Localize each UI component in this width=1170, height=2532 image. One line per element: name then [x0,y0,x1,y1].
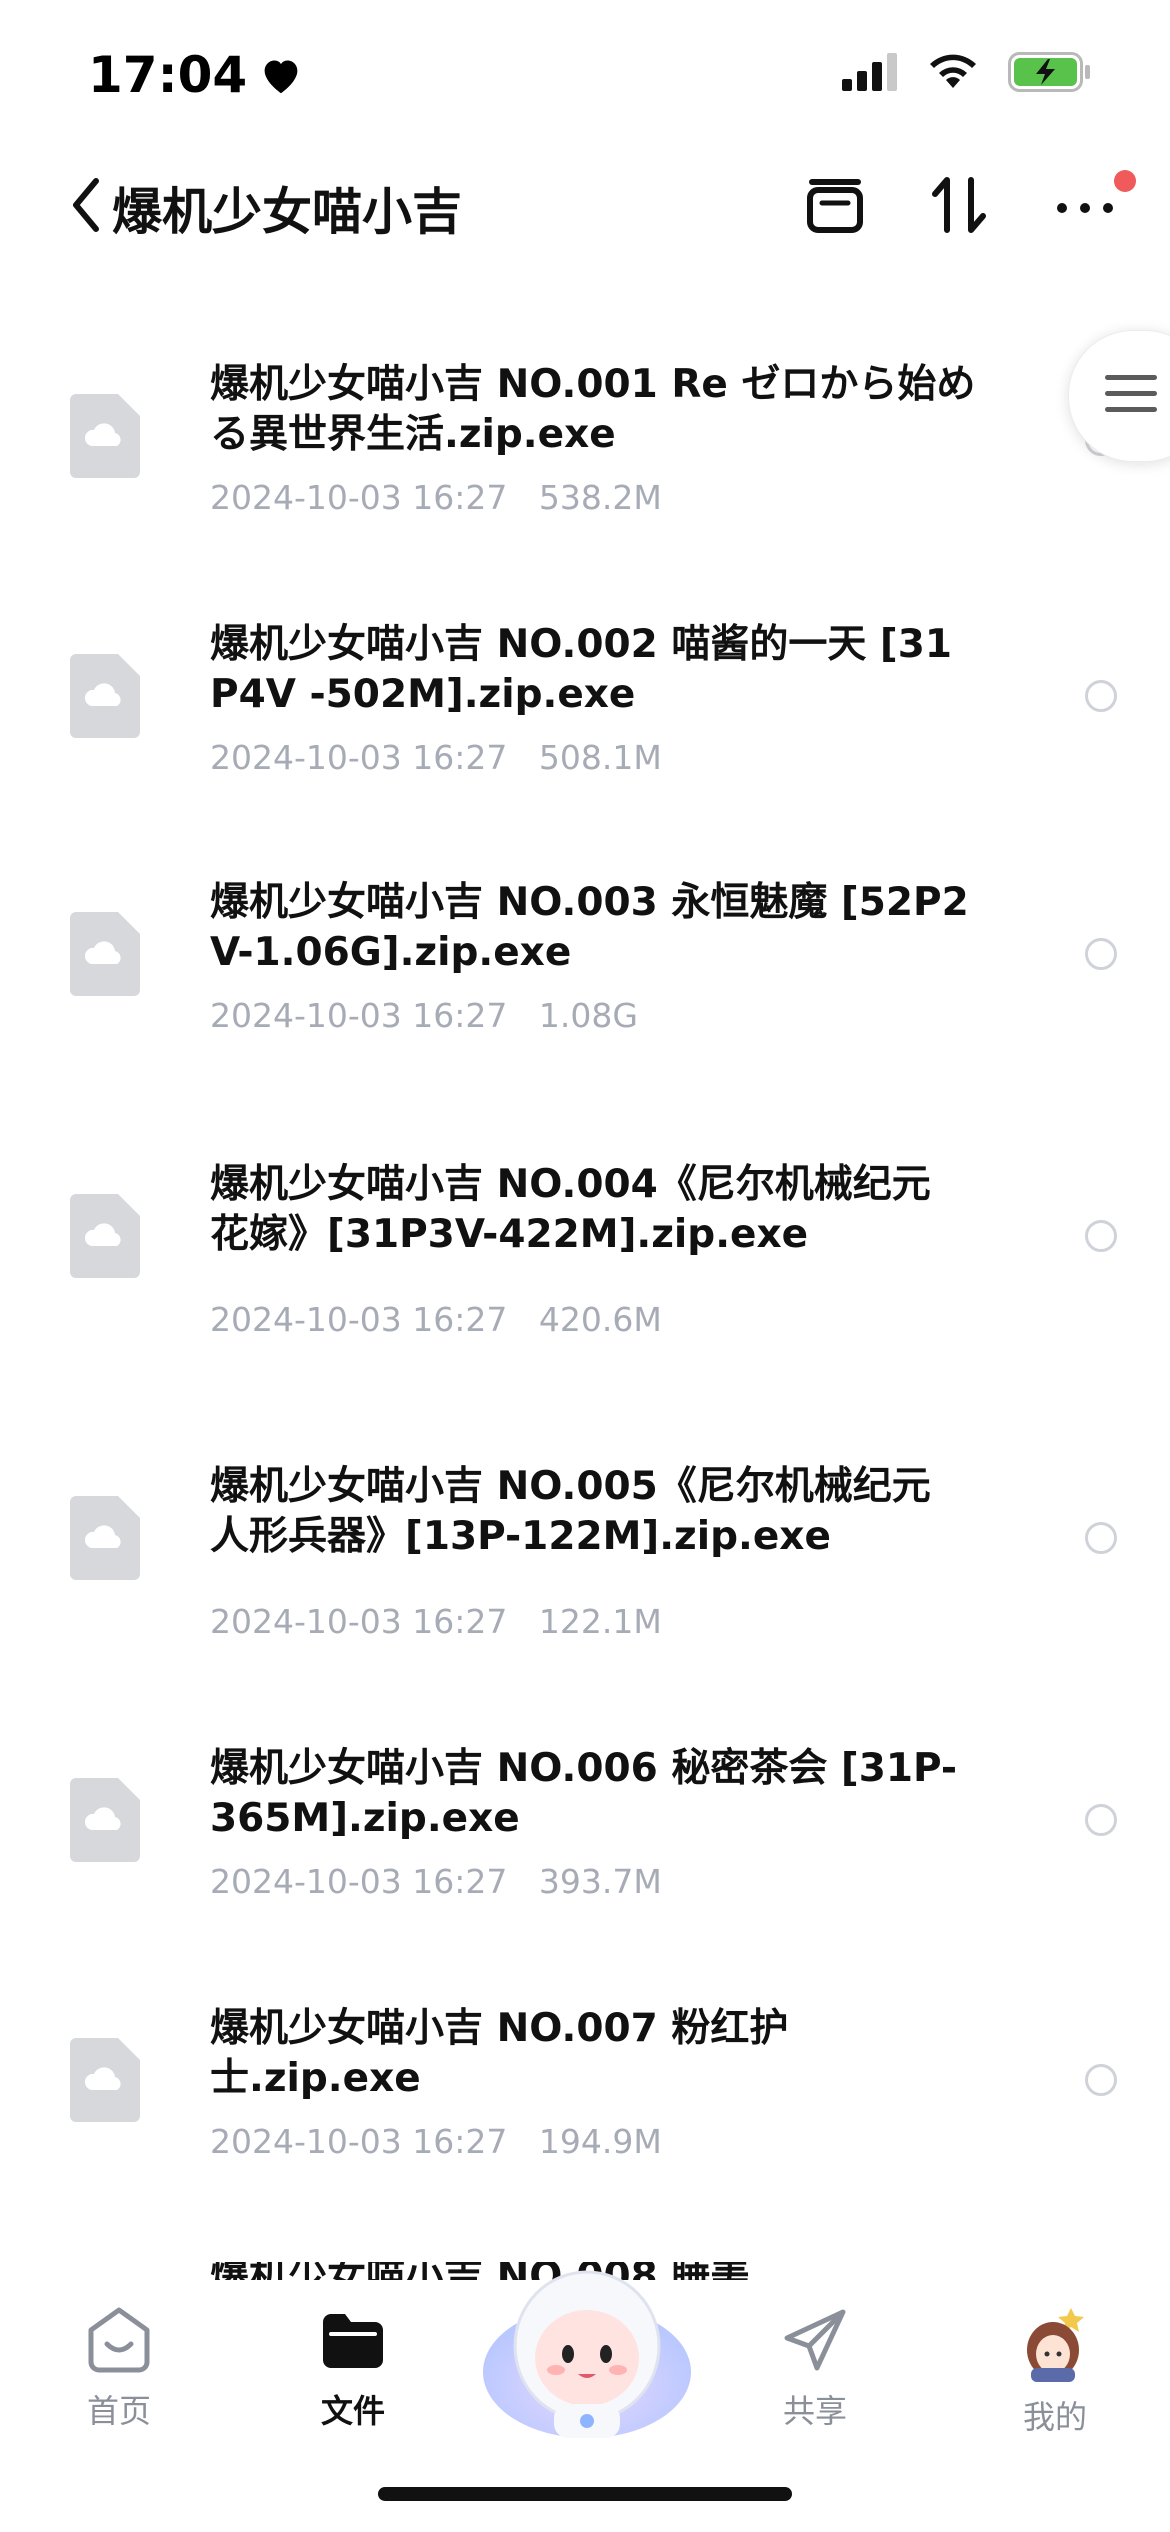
select-radio[interactable] [1085,1220,1117,1252]
notification-dot [1114,170,1136,192]
tab-files[interactable]: 文件 [278,2304,428,2432]
cloud-file-icon [70,1496,140,1580]
file-name: 爆机少女喵小吉 NO.002 喵酱的一天 [31P4V -502M].zip.e… [210,622,952,717]
file-meta: 2024-10-03 16:27 194.9M [210,2122,662,2161]
wifi-icon [930,54,976,88]
tab-me[interactable]: 我的 [980,2304,1130,2438]
file-size: 122.1M [538,1602,662,1641]
more-options-icon[interactable] [1050,170,1120,240]
select-radio[interactable] [1085,938,1117,970]
file-meta: 2024-10-03 16:27 122.1M [210,1602,662,1641]
file-name: 爆机少女喵小吉 NO.005《尼尔机械纪元 人形兵器》[13P-122M].zi… [210,1464,931,1559]
file-meta: 2024-10-03 16:27 1.08G [210,996,638,1035]
file-meta: 2024-10-03 16:27 420.6M [210,1300,662,1339]
file-meta: 2024-10-03 16:27 508.1M [210,738,662,777]
cloud-file-icon [70,654,140,738]
file-size: 420.6M [538,1300,662,1339]
cloud-file-icon [70,912,140,996]
tab-share[interactable]: 共享 [740,2304,890,2432]
file-meta: 2024-10-03 16:27 538.2M [210,478,662,517]
file-date: 2024-10-03 16:27 [210,2122,508,2161]
avatar [1027,2308,1084,2382]
select-radio[interactable] [1085,2064,1117,2096]
file-name: 爆机少女喵小吉 NO.006 秘密茶会 [31P-365M].zip.exe [210,1746,958,1841]
file-date: 2024-10-03 16:27 [210,1602,508,1641]
file-date: 2024-10-03 16:27 [210,996,508,1035]
status-time-text: 17:04 [88,46,248,104]
tab-home[interactable]: 首页 [44,2304,194,2432]
back-chevron-icon[interactable] [66,175,106,235]
file-size: 538.2M [538,478,662,517]
tab-me-label: 我的 [1022,2398,1087,2436]
archive-box-icon[interactable] [800,170,870,240]
cloud-file-icon [70,394,140,478]
page-title: 爆机少女喵小吉 [112,183,462,241]
paper-plane-icon [784,2309,846,2371]
status-time: 17:04 [88,46,303,104]
file-size: 1.08G [538,996,638,1035]
file-size: 393.7M [538,1862,662,1901]
cloud-file-icon [70,1778,140,1862]
file-date: 2024-10-03 16:27 [210,738,508,777]
cloud-file-icon [70,1194,140,1278]
file-name: 爆机少女喵小吉 NO.001 Re ゼロから始める異世界生活.zip.exe [210,362,976,457]
status-indicators [842,52,1092,92]
file-date: 2024-10-03 16:27 [210,478,508,517]
mascot-center-button[interactable] [480,2254,694,2444]
home-face-icon [88,2307,150,2373]
select-radio[interactable] [1085,680,1117,712]
sort-icon[interactable] [925,170,995,240]
file-size: 194.9M [538,2122,662,2161]
tab-home-label: 首页 [86,2392,151,2430]
select-radio[interactable] [1085,1804,1117,1836]
file-date: 2024-10-03 16:27 [210,1300,508,1339]
select-radio[interactable] [1085,1522,1117,1554]
tab-files-label: 文件 [320,2392,385,2430]
mascot-robot-icon [483,2270,691,2438]
file-name: 爆机少女喵小吉 NO.003 永恒魅魔 [52P2V-1.06G].zip.ex… [210,880,969,975]
cloud-file-icon [70,2038,140,2122]
home-indicator [378,2487,792,2501]
file-name: 爆机少女喵小吉 NO.004《尼尔机械纪元 花嫁》[31P3V-422M].zi… [210,1162,931,1257]
folder-icon [323,2314,383,2368]
file-size: 508.1M [538,738,662,777]
file-date: 2024-10-03 16:27 [210,1862,508,1901]
file-meta: 2024-10-03 16:27 393.7M [210,1862,662,1901]
cellular-signal-icon [842,53,897,91]
side-menu-handle[interactable] [1068,330,1170,462]
file-name: 爆机少女喵小吉 NO.007 粉红护士.zip.exe [210,2006,789,2101]
tab-share-label: 共享 [782,2392,847,2430]
heart-icon [264,60,298,94]
battery-charging-icon [1008,52,1090,92]
